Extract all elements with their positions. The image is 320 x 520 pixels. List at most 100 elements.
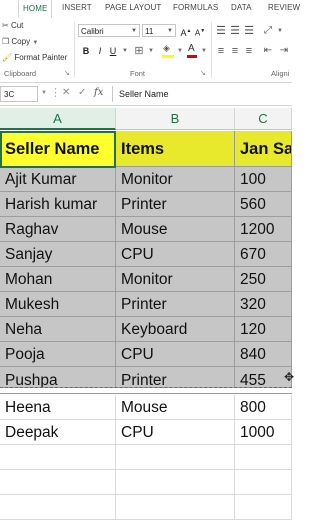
cell[interactable] <box>116 495 235 520</box>
dialog-launcher-icon[interactable]: ↘ <box>64 69 70 77</box>
font-name-value: Calibri <box>81 27 104 36</box>
cell[interactable]: Heena <box>0 395 116 420</box>
increase-indent-icon[interactable]: ⇥ <box>277 44 291 58</box>
cell[interactable]: Printer <box>116 292 235 317</box>
format-painter-button[interactable]: 🖌 Format Painter <box>2 53 67 62</box>
chevron-down-icon[interactable]: ▼ <box>147 44 155 58</box>
column-header-a[interactable]: A <box>0 108 116 130</box>
shrink-font-icon[interactable]: A▼ <box>194 24 206 38</box>
chevron-down-icon[interactable]: ▼ <box>276 24 284 38</box>
header-cell-jan-sales[interactable]: Jan Sal <box>235 131 292 167</box>
cell[interactable] <box>235 495 292 520</box>
cell[interactable]: 840 <box>235 342 292 367</box>
tab-formulas[interactable]: FORMULAS <box>173 3 218 12</box>
align-left-icon[interactable]: ≡ <box>215 44 227 58</box>
chevron-down-icon[interactable]: ▼ <box>41 90 47 96</box>
grow-font-icon[interactable]: A▲ <box>180 24 192 38</box>
tab-data[interactable]: DATA <box>231 3 252 12</box>
insert-function-icon[interactable]: fx <box>94 87 103 98</box>
align-middle-icon[interactable]: ☰ <box>229 24 241 38</box>
formula-input[interactable]: Seller Name <box>112 86 292 102</box>
enter-check-icon[interactable]: ✓ <box>78 87 86 98</box>
cell[interactable]: Mohan <box>0 267 116 292</box>
chevron-down-icon: ▼ <box>131 28 137 34</box>
chevron-down-icon[interactable]: ▼ <box>200 44 208 58</box>
cell[interactable]: CPU <box>116 420 235 445</box>
font-name-select[interactable]: Calibri ▼ <box>78 24 140 37</box>
cell[interactable]: Monitor <box>116 167 235 192</box>
cell[interactable] <box>0 495 116 520</box>
table-row: Mohan Monitor 250 <box>0 267 292 292</box>
cell[interactable]: 670 <box>235 242 292 267</box>
copy-icon: ❐ <box>2 37 10 46</box>
name-box[interactable]: 3C <box>0 86 38 102</box>
align-right-icon[interactable]: ≡ <box>243 44 255 58</box>
cell[interactable]: Harish kumar <box>0 192 116 217</box>
cell[interactable]: CPU <box>116 242 235 267</box>
align-top-icon[interactable]: ☰ <box>215 24 227 38</box>
font-size-value: 11 <box>145 27 154 36</box>
align-center-icon[interactable]: ≡ <box>229 44 241 58</box>
cell[interactable]: 800 <box>235 395 292 420</box>
cell[interactable]: 320 <box>235 292 292 317</box>
cell[interactable] <box>0 445 116 470</box>
cell[interactable]: Neha <box>0 317 116 342</box>
cell[interactable]: Pushpa <box>0 367 116 388</box>
tab-review[interactable]: REVIEW <box>268 3 300 12</box>
cell[interactable]: Mouse <box>116 217 235 242</box>
table-row <box>0 445 292 470</box>
fill-color-button[interactable]: ◈ <box>161 43 175 59</box>
chevron-down-icon[interactable]: ▼ <box>121 44 129 58</box>
cell[interactable]: 250 <box>235 267 292 292</box>
cell[interactable]: 1200 <box>235 217 292 242</box>
cell[interactable]: Deepak <box>0 420 116 445</box>
shaded-range-bottom-edge <box>0 393 292 394</box>
cell[interactable]: 560 <box>235 192 292 217</box>
column-header-b[interactable]: B <box>116 108 235 130</box>
table-row: Pooja CPU 840 <box>0 342 292 367</box>
font-color-button[interactable]: A <box>186 43 198 59</box>
cell[interactable]: Printer <box>116 192 235 217</box>
cell[interactable]: Sanjay <box>0 242 116 267</box>
tab-insert[interactable]: INSERT <box>62 3 92 12</box>
cell[interactable]: Monitor <box>116 267 235 292</box>
cell[interactable]: Ajit Kumar <box>0 167 116 192</box>
cell[interactable]: Mouse <box>116 395 235 420</box>
bold-button[interactable]: B <box>80 44 92 58</box>
cell[interactable]: Mukesh <box>0 292 116 317</box>
copy-button[interactable]: ❐ Copy ▼ <box>2 37 38 46</box>
cell[interactable] <box>0 470 116 495</box>
format-painter-label: Format Painter <box>14 53 68 62</box>
cell[interactable]: 100 <box>235 167 292 192</box>
dialog-launcher-icon[interactable]: ↘ <box>200 69 206 77</box>
align-bottom-icon[interactable]: ☰ <box>243 24 255 38</box>
cell[interactable]: Raghav <box>0 217 116 242</box>
cell[interactable]: 1000 <box>235 420 292 445</box>
formula-bar: 3C ▼ ⋮ ✕ ✓ fx Seller Name <box>0 83 292 106</box>
cell[interactable]: CPU <box>116 342 235 367</box>
cell[interactable] <box>235 445 292 470</box>
font-size-select[interactable]: 11 ▼ <box>142 24 176 37</box>
orientation-icon[interactable]: ⤢ <box>261 24 275 38</box>
cut-button[interactable]: ✂ Cut <box>2 21 23 30</box>
column-header-c[interactable]: C <box>235 108 292 130</box>
cell[interactable]: 120 <box>235 317 292 342</box>
table-row: Neha Keyboard 120 <box>0 317 292 342</box>
chevron-down-icon[interactable]: ▼ <box>176 44 184 58</box>
tab-home[interactable]: HOME <box>18 0 53 19</box>
cell[interactable] <box>235 470 292 495</box>
tab-page-layout[interactable]: PAGE LAYOUT <box>105 3 161 12</box>
underline-button[interactable]: U <box>108 44 118 58</box>
move-cursor-icon: ✥ <box>284 370 295 384</box>
decrease-indent-icon[interactable]: ⇤ <box>261 44 275 58</box>
cell[interactable]: Printer <box>116 367 235 388</box>
cell[interactable]: Pooja <box>0 342 116 367</box>
header-cell-items[interactable]: Items <box>116 131 235 167</box>
cell[interactable] <box>116 445 235 470</box>
cancel-icon[interactable]: ✕ <box>62 87 70 98</box>
borders-icon[interactable]: ⊞ <box>132 44 146 58</box>
cell[interactable] <box>116 470 235 495</box>
cell[interactable]: Keyboard <box>116 317 235 342</box>
italic-button[interactable]: I <box>95 44 105 58</box>
header-cell-seller-name[interactable]: Seller Name <box>0 131 116 167</box>
